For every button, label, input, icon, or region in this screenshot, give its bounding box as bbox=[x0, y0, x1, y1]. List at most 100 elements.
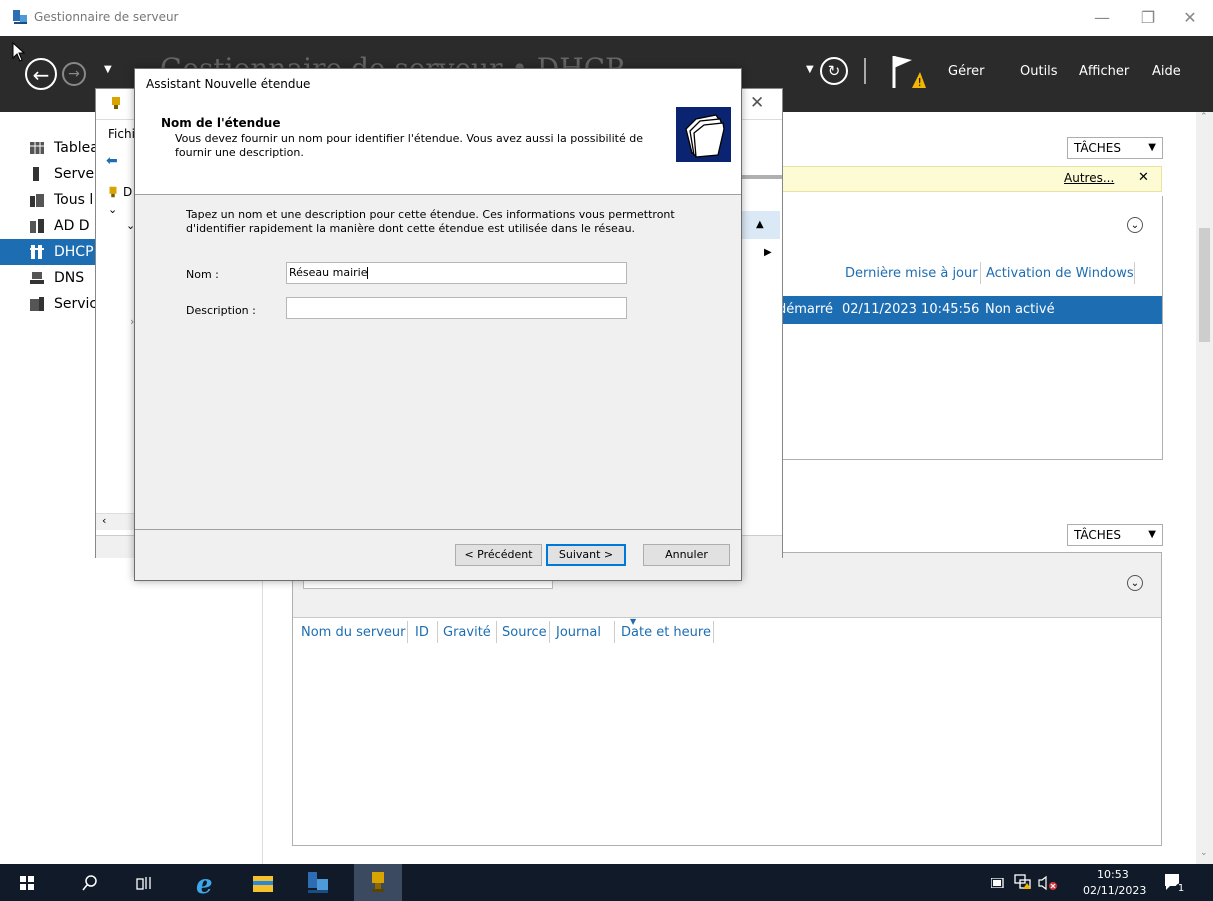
wizard-instruction-1: Tapez un nom et une description pour cet… bbox=[186, 208, 675, 221]
servers-panel-border bbox=[779, 196, 1163, 460]
column-divider bbox=[713, 621, 714, 643]
dhcp-trophy-icon bbox=[112, 97, 120, 109]
wizard-title: Assistant Nouvelle étendue bbox=[146, 77, 311, 91]
wizard-subheading-2: fournir une description. bbox=[175, 146, 304, 159]
history-dropdown-icon[interactable]: ▼ bbox=[104, 64, 112, 75]
notification-count-badge: 1 bbox=[1175, 883, 1187, 895]
column-divider bbox=[407, 621, 408, 643]
mouse-cursor-icon bbox=[12, 42, 26, 62]
file-services-icon bbox=[30, 297, 44, 311]
wizard-subheading-1: Vous devez fournir un nom pour identifie… bbox=[175, 132, 643, 145]
clock-time[interactable]: 10:53 bbox=[1097, 868, 1129, 881]
more-actions-icon[interactable]: ▶ bbox=[764, 247, 772, 258]
volume-muted-icon[interactable] bbox=[1038, 875, 1058, 891]
clock-date[interactable]: 02/11/2023 bbox=[1083, 884, 1146, 897]
mmc-back-icon[interactable]: ⬅ bbox=[106, 153, 118, 169]
expand-events-icon[interactable]: ⌄ bbox=[1127, 575, 1143, 591]
col-source[interactable]: Source bbox=[502, 625, 547, 640]
maximize-button[interactable]: ❐ bbox=[1125, 0, 1171, 36]
mmc-action-divider bbox=[742, 175, 782, 179]
wizard-heading: Nom de l'étendue bbox=[161, 116, 281, 130]
notifications-flag-icon[interactable]: ! bbox=[890, 54, 926, 90]
notification-close-icon[interactable]: ✕ bbox=[1138, 170, 1149, 185]
column-divider bbox=[437, 621, 438, 643]
battery-icon[interactable] bbox=[991, 878, 1005, 888]
taches-events-button[interactable]: TÂCHES ▼ bbox=[1067, 524, 1163, 546]
close-window-button[interactable]: ✕ bbox=[1167, 0, 1213, 36]
menu-gerer[interactable]: Gérer bbox=[948, 64, 984, 79]
menu-aide[interactable]: Aide bbox=[1152, 64, 1181, 79]
menu-afficher[interactable]: Afficher bbox=[1079, 64, 1129, 79]
wizard-folders-icon bbox=[676, 107, 731, 162]
taskbar: e 10:53 02/11/2023 1 bbox=[0, 864, 1213, 901]
tree-expand-icon[interactable]: ⌄ bbox=[108, 203, 117, 216]
action-center-button[interactable]: 1 bbox=[1160, 870, 1187, 896]
mmc-menu-file[interactable]: Fichi bbox=[108, 127, 135, 141]
new-scope-wizard-dialog: Assistant Nouvelle étendue Nom de l'éten… bbox=[134, 68, 742, 581]
minimize-button[interactable]: — bbox=[1079, 0, 1125, 36]
previous-button[interactable]: < Précédent bbox=[455, 544, 542, 566]
servers-icon bbox=[30, 194, 44, 207]
forward-arrow-icon[interactable]: → bbox=[62, 62, 86, 86]
internet-explorer-icon[interactable]: e bbox=[194, 870, 220, 896]
taches-servers-button[interactable]: TÂCHES ▼ bbox=[1067, 137, 1163, 159]
network-warning-icon[interactable] bbox=[1014, 874, 1032, 890]
file-explorer-icon[interactable] bbox=[252, 873, 274, 893]
dhcp-taskbar-button[interactable] bbox=[354, 864, 402, 901]
collapse-up-icon[interactable]: ▲ bbox=[756, 219, 764, 230]
next-button[interactable]: Suivant > bbox=[546, 544, 626, 566]
scrollbar-thumb[interactable] bbox=[1199, 228, 1210, 342]
header-divider bbox=[864, 58, 866, 84]
dashboard-icon bbox=[30, 142, 44, 154]
svg-text:e: e bbox=[196, 870, 213, 896]
mmc-tree-root[interactable]: D bbox=[123, 185, 132, 199]
menu-outils[interactable]: Outils bbox=[1020, 64, 1058, 79]
search-icon[interactable] bbox=[82, 874, 98, 892]
column-divider bbox=[614, 621, 615, 643]
ad-ds-icon bbox=[30, 219, 44, 233]
dhcp-icon bbox=[30, 245, 44, 259]
description-label: Description : bbox=[186, 304, 256, 317]
server-manager-taskbar-icon[interactable] bbox=[306, 871, 330, 895]
wizard-header: Nom de l'étendue Vous devez fournir un n… bbox=[135, 99, 741, 195]
window-titlebar: Gestionnaire de serveur — ❐ ✕ bbox=[0, 0, 1213, 36]
window-title: Gestionnaire de serveur bbox=[34, 10, 179, 24]
scope-description-input[interactable] bbox=[286, 297, 627, 319]
windows-start-icon[interactable] bbox=[20, 876, 34, 890]
refresh-dropdown-icon[interactable]: ▼ bbox=[806, 64, 814, 75]
wizard-close-icon[interactable]: ✕ bbox=[750, 93, 764, 113]
server-manager-app-icon bbox=[13, 10, 27, 24]
chevron-down-icon: ▼ bbox=[1148, 529, 1156, 540]
back-arrow-icon[interactable]: ← bbox=[25, 58, 57, 90]
chevron-down-icon: ▼ bbox=[1148, 142, 1156, 153]
events-panel: Filtrer ⚲ ⌄ Nom du serveur ID Gravité So… bbox=[292, 552, 1162, 846]
wizard-titlebar: Assistant Nouvelle étendue bbox=[135, 69, 741, 99]
svg-text:!: ! bbox=[918, 76, 922, 89]
scroll-down-icon[interactable]: ⌄ bbox=[1200, 848, 1208, 858]
cancel-button[interactable]: Annuler bbox=[643, 544, 730, 566]
dhcp-trophy-icon bbox=[372, 872, 384, 892]
refresh-icon[interactable]: ↻ bbox=[820, 57, 848, 85]
col-id[interactable]: ID bbox=[415, 625, 429, 640]
text-caret bbox=[367, 267, 369, 279]
col-date-time[interactable]: Date et heure bbox=[621, 625, 711, 640]
column-divider bbox=[549, 621, 550, 643]
scope-name-input[interactable]: Réseau mairie bbox=[286, 262, 627, 284]
sort-indicator-icon: ▼ bbox=[630, 617, 637, 626]
col-severity[interactable]: Gravité bbox=[443, 625, 491, 640]
notification-more-link[interactable]: Autres... bbox=[1064, 171, 1114, 185]
col-journal[interactable]: Journal bbox=[556, 625, 601, 640]
notification-bar: Autres... ✕ bbox=[779, 166, 1162, 192]
scroll-left-icon[interactable]: ‹ bbox=[102, 514, 106, 527]
wizard-footer-divider bbox=[135, 529, 741, 530]
server-icon bbox=[33, 167, 39, 181]
column-divider bbox=[496, 621, 497, 643]
wizard-instruction-2: d'identifier rapidement la manière dont … bbox=[186, 222, 636, 235]
name-label: Nom : bbox=[186, 268, 219, 281]
mmc-actions-header[interactable]: ▲ bbox=[742, 211, 780, 239]
task-view-icon[interactable] bbox=[136, 875, 152, 891]
vertical-scrollbar[interactable]: ⌃ ⌄ bbox=[1196, 112, 1213, 864]
mmc-hscrollbar[interactable]: ‹ bbox=[96, 513, 136, 530]
col-server-name[interactable]: Nom du serveur bbox=[301, 625, 406, 640]
scroll-up-icon[interactable]: ⌃ bbox=[1200, 112, 1208, 122]
